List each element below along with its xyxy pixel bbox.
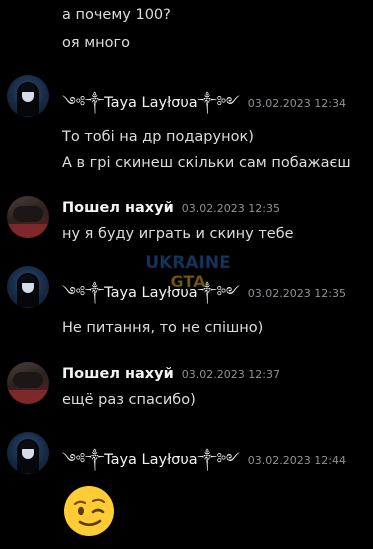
message-text: ещё раз спасибо) — [62, 392, 196, 408]
username[interactable]: Пошел нахуй — [62, 200, 174, 216]
timestamp: 03.02.2023 12:37 — [181, 368, 280, 381]
username[interactable]: ༺༒Taya Layłσυa༒༻ — [62, 276, 240, 317]
message-header: Пошел нахуй 03.02.2023 12:35 — [62, 200, 369, 222]
avatar[interactable] — [7, 266, 49, 308]
avatar[interactable] — [7, 362, 49, 404]
message-header: ༺༒Taya Layłσυa༒༻ 03.02.2023 12:34 — [62, 86, 369, 111]
timestamp: 03.02.2023 12:35 — [181, 202, 280, 215]
avatar[interactable] — [7, 75, 49, 117]
winking-face-emoji[interactable] — [62, 484, 116, 538]
message-header: Пошел нахуй 03.02.2023 12:37 — [62, 366, 369, 388]
avatar[interactable] — [7, 196, 49, 238]
message-text: То тобі на др подарунок) — [62, 129, 254, 145]
username[interactable]: ༺༒Taya Layłσυa༒༻ — [62, 443, 240, 484]
message-text: а почему 100? — [62, 7, 171, 23]
timestamp: 03.02.2023 12:35 — [247, 287, 346, 300]
username[interactable]: ༺༒Taya Layłσυa༒༻ — [62, 86, 240, 127]
chat-message-list: а почему 100? оя много ༺༒Taya Layłσυa༒༻ … — [0, 0, 373, 549]
timestamp: 03.02.2023 12:34 — [247, 97, 346, 110]
message-text: Не питання, то не спішно) — [62, 320, 264, 336]
watermark-line1: UKRAINE — [145, 253, 230, 273]
message-header: ༺༒Taya Layłσυa༒༻ 03.02.2023 12:44 — [62, 443, 369, 468]
message-text: А в грі скинеш скільки сам побажаєш — [62, 155, 351, 171]
message-text: ну я буду играть и скину тебе — [62, 226, 294, 242]
username[interactable]: Пошел нахуй — [62, 366, 174, 382]
timestamp: 03.02.2023 12:44 — [247, 454, 346, 467]
message-text: оя много — [62, 35, 130, 51]
avatar[interactable] — [7, 432, 49, 474]
message-header: ༺༒Taya Layłσυa༒༻ 03.02.2023 12:35 — [62, 276, 369, 301]
